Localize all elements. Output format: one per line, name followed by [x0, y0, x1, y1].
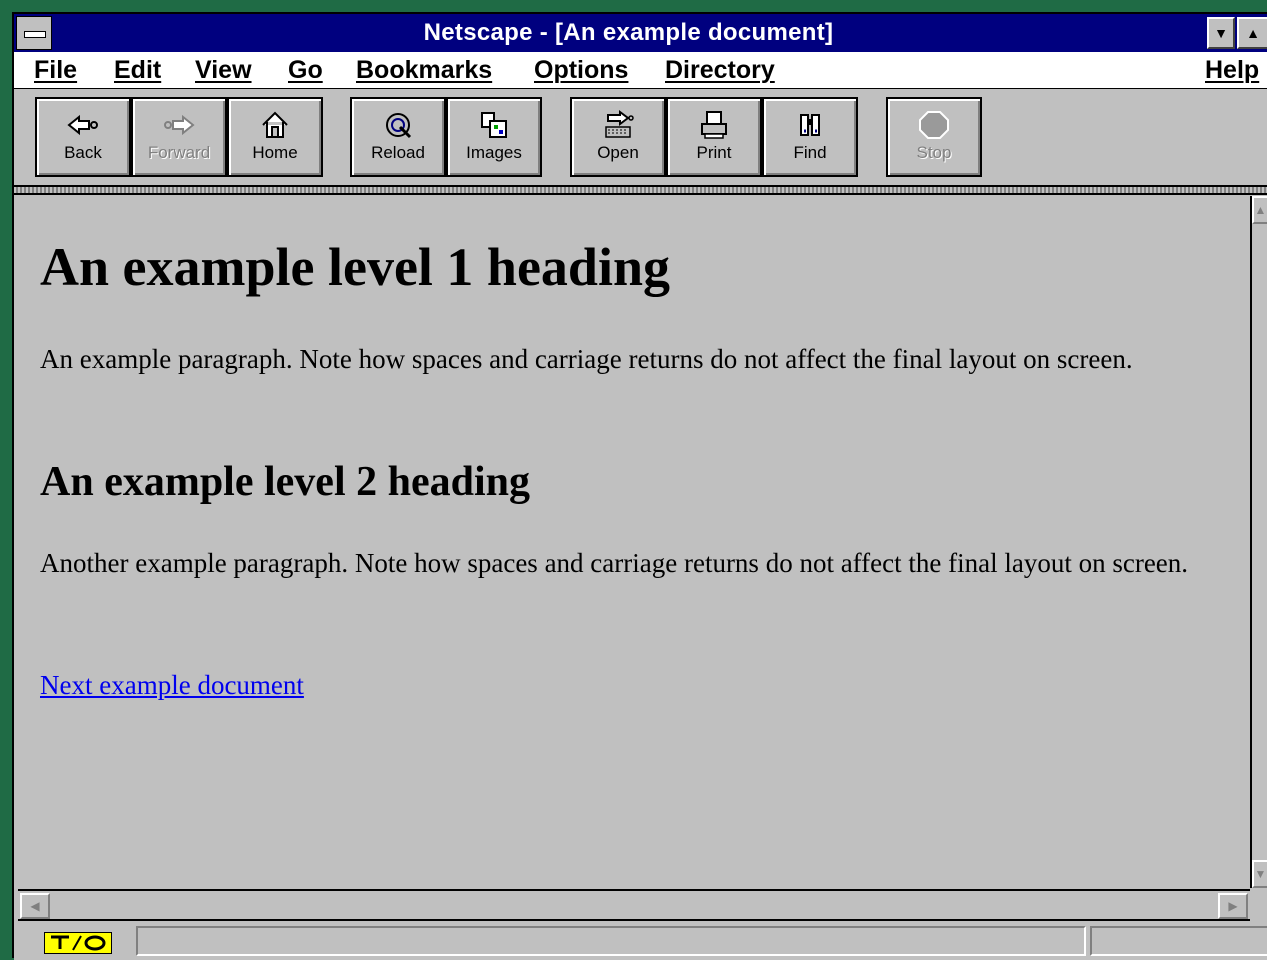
- reload-label: Reload: [371, 143, 425, 162]
- progress-field: [1090, 926, 1267, 956]
- forward-arrow-icon: [164, 114, 195, 136]
- menu-edit[interactable]: Edit: [114, 56, 161, 85]
- home-button[interactable]: Home: [227, 97, 323, 177]
- title-bar: Netscape - [An example document] ▼ ▲: [14, 14, 1267, 52]
- back-label: Back: [64, 143, 102, 162]
- forward-label: Forward: [147, 143, 211, 162]
- next-document-link[interactable]: Next example document: [40, 670, 304, 701]
- menu-options[interactable]: Options: [534, 56, 628, 85]
- menu-view[interactable]: View: [195, 56, 252, 85]
- horizontal-scrollbar[interactable]: ◀ ▶: [18, 889, 1250, 921]
- print-icon: [701, 111, 727, 139]
- window-title: Netscape - [An example document]: [423, 19, 834, 46]
- status-bar: [14, 922, 1267, 960]
- level-1-heading: An example level 1 heading: [40, 237, 670, 297]
- stop-label: Stop: [916, 143, 952, 162]
- menu-go[interactable]: Go: [288, 56, 323, 85]
- reload-button[interactable]: Reload: [350, 97, 446, 177]
- back-arrow-icon: [67, 114, 98, 136]
- status-message-field: [136, 926, 1086, 956]
- images-button[interactable]: Images: [446, 97, 542, 177]
- menu-bookmarks[interactable]: Bookmarks: [356, 56, 492, 85]
- toolbar-divider: [14, 187, 1267, 195]
- system-menu-button[interactable]: [16, 16, 52, 50]
- maximize-button[interactable]: ▲: [1237, 17, 1267, 49]
- open-label: Open: [597, 143, 639, 162]
- minimize-button[interactable]: ▼: [1207, 17, 1235, 49]
- security-key-icon: [44, 932, 112, 954]
- reload-icon: [386, 113, 412, 139]
- stop-icon: [919, 111, 949, 139]
- open-icon: [605, 110, 634, 138]
- scroll-down-arrow-icon[interactable]: ▼: [1252, 860, 1267, 888]
- find-label: Find: [793, 143, 827, 162]
- print-button[interactable]: Print: [666, 97, 762, 177]
- document-view: An example level 1 heading An example pa…: [18, 196, 1250, 888]
- browser-window: Netscape - [An example document] ▼ ▲ Fil…: [12, 12, 1267, 960]
- open-button[interactable]: Open: [570, 97, 666, 177]
- find-button[interactable]: Find: [762, 97, 858, 177]
- images-label: Images: [466, 143, 522, 162]
- menu-file[interactable]: File: [34, 56, 77, 85]
- scroll-left-arrow-icon[interactable]: ◀: [20, 893, 50, 919]
- scroll-right-arrow-icon[interactable]: ▶: [1218, 893, 1248, 919]
- paragraph-1: An example paragraph. Note how spaces an…: [40, 344, 1133, 374]
- vertical-scrollbar[interactable]: ▲ ▼: [1250, 196, 1267, 888]
- level-2-heading: An example level 2 heading: [40, 459, 530, 505]
- menu-directory[interactable]: Directory: [665, 56, 775, 85]
- paragraph-2: Another example paragraph. Note how spac…: [40, 548, 1189, 578]
- print-label: Print: [696, 143, 732, 162]
- menu-bar: File Edit View Go Bookmarks Options Dire…: [14, 52, 1267, 89]
- images-icon: [481, 112, 507, 138]
- home-icon: [262, 111, 288, 138]
- home-label: Home: [252, 143, 298, 162]
- scroll-up-arrow-icon[interactable]: ▲: [1252, 196, 1267, 224]
- find-icon: [800, 114, 820, 136]
- stop-button[interactable]: Stop: [886, 97, 982, 177]
- toolbar: Back Forward Home Reload Images Open Pri…: [14, 89, 1267, 187]
- forward-button[interactable]: Forward: [131, 97, 227, 177]
- back-button[interactable]: Back: [35, 97, 131, 177]
- menu-help[interactable]: Help: [1205, 56, 1259, 85]
